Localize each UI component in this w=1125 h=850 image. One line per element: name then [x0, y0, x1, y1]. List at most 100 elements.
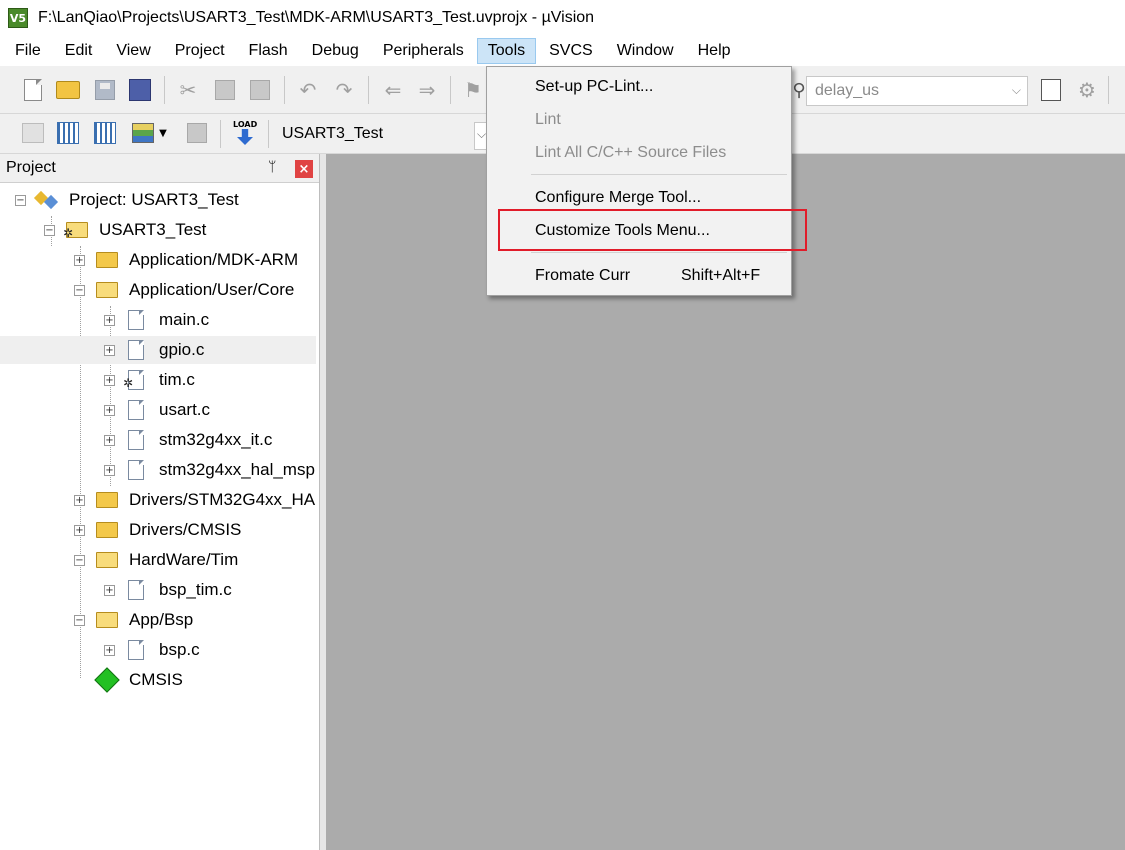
tree-item-label: gpio.c	[159, 340, 205, 359]
collapse-icon[interactable]: −	[74, 285, 85, 296]
pin-icon[interactable]: ᛘ	[268, 159, 276, 175]
dropdown-arrow-icon: ▼	[159, 127, 167, 139]
batch-build-icon	[132, 123, 154, 143]
expand-icon[interactable]: +	[104, 405, 115, 416]
tree-item-group[interactable]: − App/Bsp	[0, 606, 319, 634]
menu-item-label: Lint	[535, 111, 561, 128]
collapse-icon[interactable]: −	[15, 195, 26, 206]
menu-peripherals[interactable]: Peripherals	[372, 38, 475, 64]
file-icon	[128, 640, 144, 660]
menu-item-fromate-curr[interactable]: Fromate Curr Shift+Alt+F	[487, 261, 791, 291]
chevron-down-icon: ⌵	[1011, 83, 1021, 97]
menu-view[interactable]: View	[105, 38, 161, 64]
find-combo-value: delay_us	[815, 82, 880, 99]
navigate-back-button[interactable]: ⇐	[380, 77, 406, 103]
tree-item-label: main.c	[159, 310, 210, 329]
tree-item-label: bsp.c	[159, 640, 200, 659]
tree-item-group[interactable]: + Drivers/CMSIS	[0, 516, 319, 544]
build-button[interactable]	[55, 120, 81, 146]
menu-tools[interactable]: Tools	[476, 38, 537, 64]
window-title: F:\LanQiao\Projects\USART3_Test\MDK-ARM\…	[38, 9, 595, 26]
tree-item-file[interactable]: + bsp.c	[0, 636, 319, 664]
tree-item-group[interactable]: + Drivers/STM32G4xx_HA	[0, 486, 319, 514]
search-icon: ⚲	[792, 79, 806, 101]
tree-item-file[interactable]: + stm32g4xx_it.c	[0, 426, 319, 454]
tree-item-component[interactable]: CMSIS	[0, 666, 319, 694]
stop-build-button[interactable]	[184, 120, 210, 146]
menu-debug[interactable]: Debug	[301, 38, 370, 64]
tree-item-label: App/Bsp	[129, 610, 194, 629]
menu-help[interactable]: Help	[687, 38, 742, 64]
open-file-button[interactable]	[55, 77, 81, 103]
tree-item-file[interactable]: + main.c	[0, 306, 319, 334]
redo-button[interactable]: ↷	[331, 77, 357, 103]
gear-icon: ✲	[63, 226, 74, 240]
batch-build-dropdown[interactable]: ▼	[155, 120, 171, 146]
tree-item-file[interactable]: + ✲ tim.c	[0, 366, 319, 394]
copy-button[interactable]	[212, 77, 238, 103]
translate-button[interactable]	[20, 120, 46, 146]
cut-button[interactable]: ✂	[175, 77, 201, 103]
new-file-button[interactable]	[20, 77, 46, 103]
save-button[interactable]	[92, 77, 118, 103]
project-panel-header: Project ᛘ ×	[0, 154, 319, 183]
expand-icon[interactable]: +	[74, 495, 85, 506]
close-icon[interactable]: ×	[295, 160, 313, 178]
expand-icon[interactable]: +	[104, 345, 115, 356]
load-button[interactable]: LOAD	[232, 120, 258, 146]
expand-icon[interactable]: +	[104, 375, 115, 386]
menu-edit[interactable]: Edit	[54, 38, 104, 64]
menu-window[interactable]: Window	[606, 38, 685, 64]
translate-icon	[22, 123, 44, 143]
save-all-button[interactable]	[127, 77, 153, 103]
menu-svcs[interactable]: SVCS	[538, 38, 604, 64]
collapse-icon[interactable]: −	[74, 615, 85, 626]
save-icon	[95, 80, 115, 100]
bookmark-button[interactable]: ⚑	[460, 77, 486, 103]
menu-item-label: Lint All C/C++ Source Files	[535, 144, 727, 161]
folder-icon	[96, 522, 118, 538]
tree-item-project[interactable]: − Project: USART3_Test	[0, 186, 319, 214]
debug-session-button[interactable]: ⚙	[1074, 77, 1100, 103]
collapse-icon[interactable]: −	[74, 555, 85, 566]
tree-item-group[interactable]: − HardWare/Tim	[0, 546, 319, 574]
tree-item-file[interactable]: + stm32g4xx_hal_msp	[0, 456, 319, 484]
tree-item-group[interactable]: − Application/User/Core	[0, 276, 319, 304]
tree-item-group[interactable]: + Application/MDK-ARM	[0, 246, 319, 274]
incremental-find-button[interactable]	[1038, 77, 1064, 103]
target-select-value[interactable]: USART3_Test	[282, 125, 383, 143]
tree-item-target[interactable]: − ✲ USART3_Test	[0, 216, 319, 244]
expand-icon[interactable]: +	[74, 525, 85, 536]
folder-open-icon	[96, 612, 118, 628]
collapse-icon[interactable]: −	[44, 225, 55, 236]
expand-icon[interactable]: +	[104, 435, 115, 446]
menu-item-setup-pc-lint[interactable]: Set-up PC-Lint...	[487, 72, 791, 102]
tree-item-file[interactable]: + bsp_tim.c	[0, 576, 319, 604]
file-icon	[128, 460, 144, 480]
tree-item-label: Application/MDK-ARM	[129, 250, 299, 269]
rebuild-button[interactable]	[92, 120, 118, 146]
load-icon: LOAD	[233, 120, 257, 146]
find-combo[interactable]: delay_us ⌵	[806, 76, 1028, 106]
expand-icon[interactable]: +	[104, 315, 115, 326]
navigate-forward-button[interactable]: ⇒	[414, 77, 440, 103]
tree-item-label: stm32g4xx_hal_msp	[159, 460, 315, 479]
file-icon	[128, 400, 144, 420]
expand-icon[interactable]: +	[104, 585, 115, 596]
batch-build-button[interactable]	[130, 120, 156, 146]
tree-item-file[interactable]: + gpio.c	[0, 336, 316, 364]
project-panel-title: Project	[6, 159, 56, 176]
undo-button[interactable]: ↶	[295, 77, 321, 103]
expand-icon[interactable]: +	[104, 645, 115, 656]
tree-item-label: USART3_Test	[99, 220, 207, 239]
expand-icon[interactable]: +	[74, 255, 85, 266]
tree-item-file[interactable]: + usart.c	[0, 396, 319, 424]
expand-icon[interactable]: +	[104, 465, 115, 476]
menu-project[interactable]: Project	[164, 38, 236, 64]
menu-file[interactable]: File	[4, 38, 52, 64]
paste-button[interactable]	[247, 77, 273, 103]
open-folder-icon	[56, 81, 80, 99]
menu-flash[interactable]: Flash	[238, 38, 299, 64]
menu-item-lint: Lint	[487, 105, 791, 135]
file-icon	[128, 580, 144, 600]
